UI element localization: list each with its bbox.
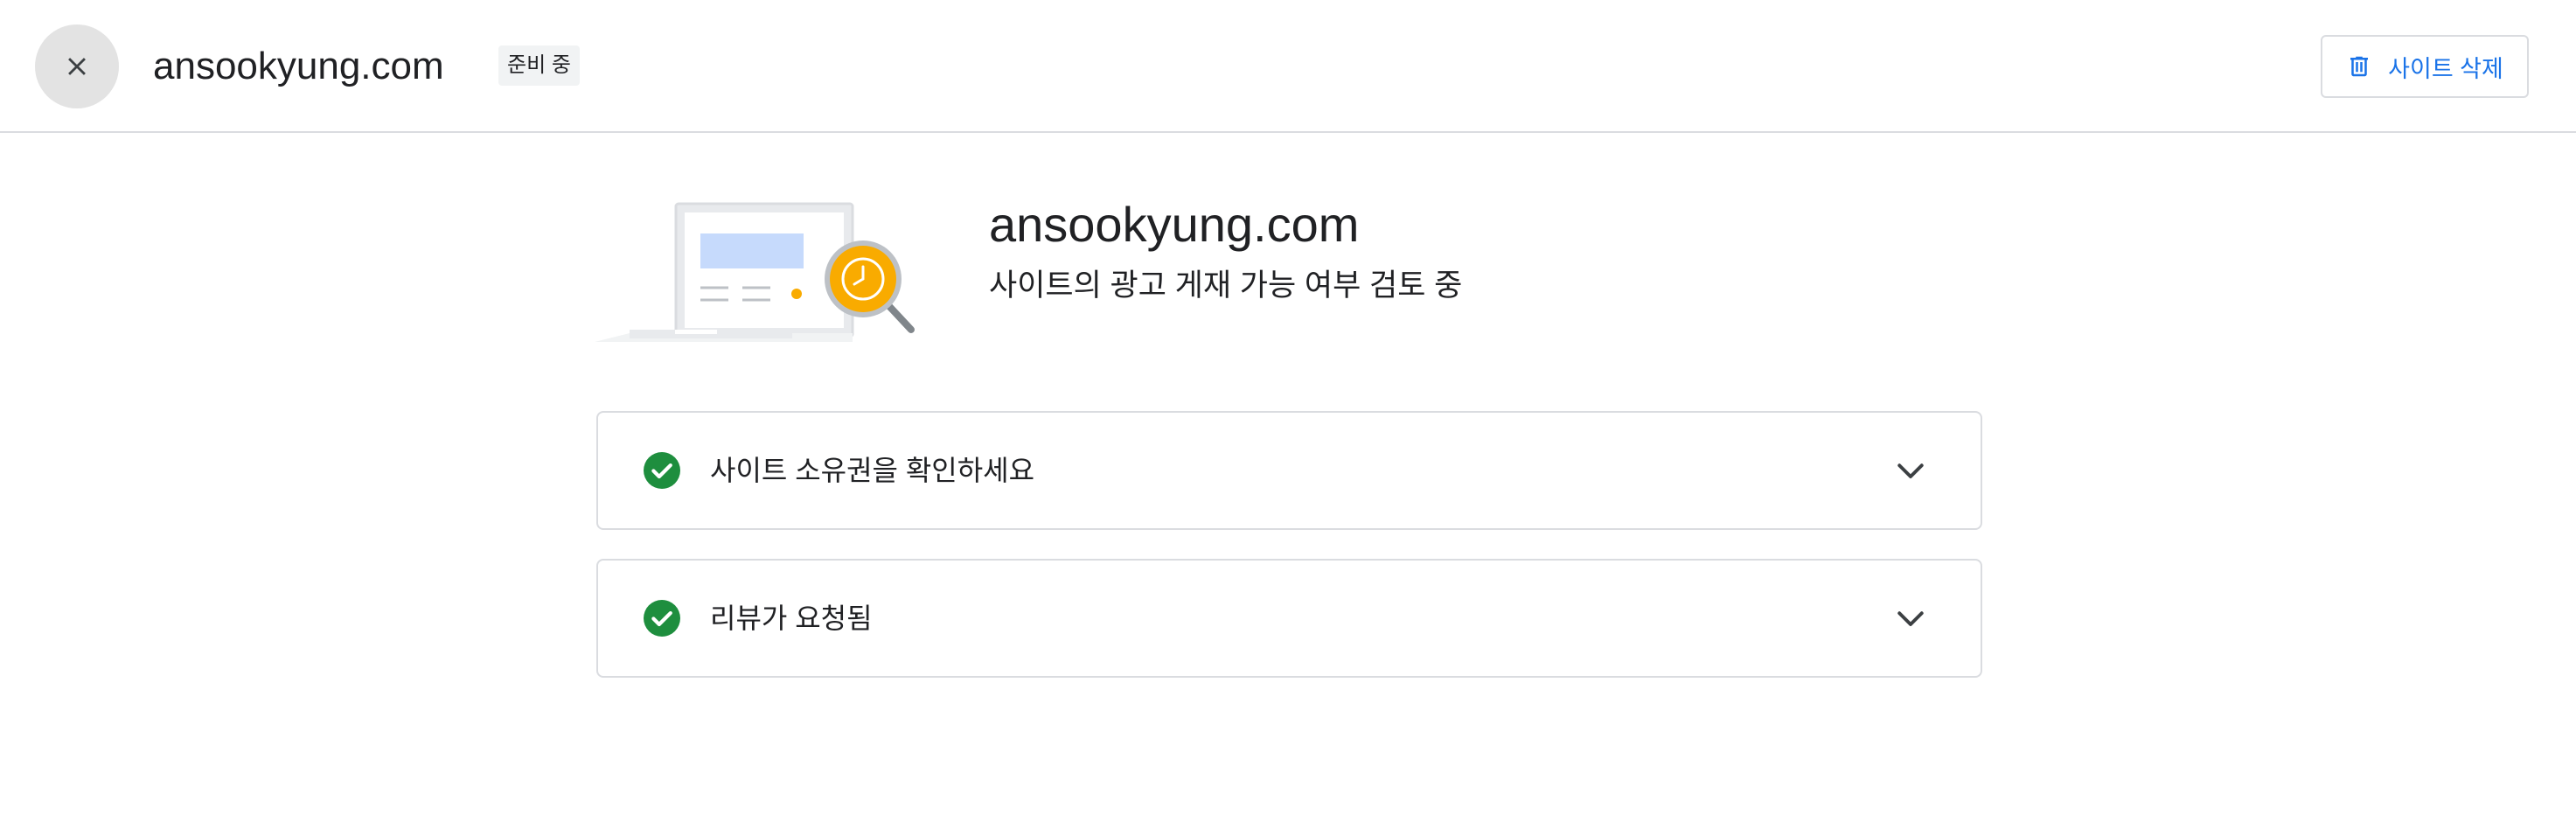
hero-subtitle: 사이트의 광고 게재 가능 여부 검토 중 [989,268,1463,303]
close-button[interactable] [35,24,119,108]
site-review-illustration [595,202,915,342]
site-title: ansookyung.com [153,45,444,87]
trash-icon [2350,56,2369,77]
step-label: 리뷰가 요청됨 [710,603,873,634]
delete-site-label: 사이트 삭제 [2388,55,2503,82]
check-circle-icon [644,600,680,637]
step-card-ownership[interactable]: 사이트 소유권을 확인하세요 [596,411,1982,530]
top-bar: ansookyung.com 준비 중 사이트 삭제 [0,0,2576,133]
close-icon [68,58,86,75]
chevron-down-icon[interactable] [1893,603,1928,635]
check-circle-icon [644,452,680,489]
delete-site-button[interactable]: 사이트 삭제 [2321,35,2529,98]
chevron-down-icon[interactable] [1893,456,1928,487]
step-card-review-requested[interactable]: 리뷰가 요청됨 [596,559,1982,678]
hero-title: ansookyung.com [989,197,1360,252]
status-badge: 준비 중 [498,45,580,86]
step-label: 사이트 소유권을 확인하세요 [710,455,1035,486]
